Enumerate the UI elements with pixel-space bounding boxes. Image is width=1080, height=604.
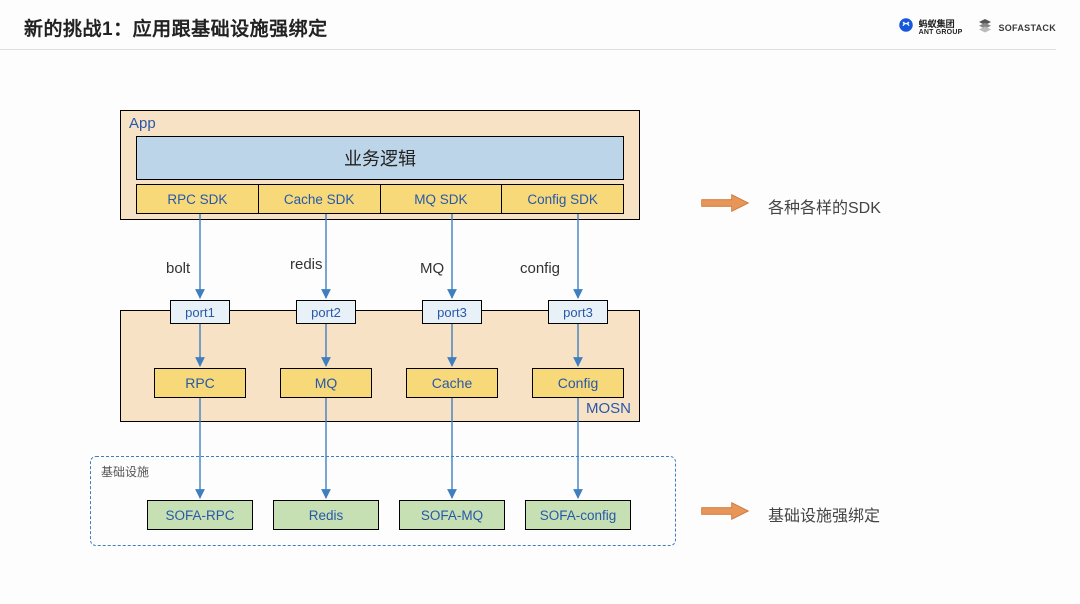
infra-redis: Redis: [273, 500, 379, 530]
mosn-mq: MQ: [280, 368, 372, 398]
sdk-row: RPC SDK Cache SDK MQ SDK Config SDK: [136, 184, 624, 214]
ant-logo-cn: 蚂蚁集团: [919, 20, 963, 29]
port1-box: port1: [170, 300, 230, 324]
ant-icon: [897, 16, 915, 39]
callout-infra: 基础设施强绑定: [700, 500, 880, 527]
mosn-cache: Cache: [406, 368, 498, 398]
infra-sofa-config: SOFA-config: [525, 500, 631, 530]
infra-sofa-mq: SOFA-MQ: [399, 500, 505, 530]
callout-infra-text: 基础设施强绑定: [768, 502, 880, 526]
proto-redis: redis: [290, 256, 323, 273]
sdk-mq: MQ SDK: [381, 184, 503, 214]
port4-box: port3: [548, 300, 608, 324]
port3-box: port3: [422, 300, 482, 324]
port2-box: port2: [296, 300, 356, 324]
mosn-container: MOSN: [120, 310, 640, 422]
header-divider: [0, 49, 1056, 50]
logo-group: 蚂蚁集团 ANT GROUP SOFASTACK: [897, 16, 1056, 39]
mosn-label: MOSN: [586, 400, 631, 417]
page-title: 新的挑战1：应用跟基础设施强绑定: [24, 14, 328, 41]
infra-label: 基础设施: [101, 463, 149, 480]
app-label: App: [129, 115, 156, 132]
infra-sofa-rpc: SOFA-RPC: [147, 500, 253, 530]
mosn-rpc: RPC: [154, 368, 246, 398]
sdk-cache: Cache SDK: [259, 184, 381, 214]
ant-logo-en: ANT GROUP: [919, 29, 963, 36]
proto-mq: MQ: [420, 260, 444, 277]
diagram-stage: App 业务逻辑 RPC SDK Cache SDK MQ SDK Config…: [120, 110, 660, 570]
header: 新的挑战1：应用跟基础设施强绑定 蚂蚁集团 ANT GROUP SOFASTAC…: [0, 0, 1080, 49]
callout-sdk: 各种各样的SDK: [700, 192, 881, 219]
callout-sdk-text: 各种各样的SDK: [768, 194, 881, 218]
proto-bolt: bolt: [166, 260, 190, 277]
sdk-rpc: RPC SDK: [136, 184, 259, 214]
sofastack-logo: SOFASTACK: [976, 16, 1056, 39]
business-logic-box: 业务逻辑: [136, 136, 624, 180]
mosn-config: Config: [532, 368, 624, 398]
sdk-config: Config SDK: [502, 184, 624, 214]
sofastack-text: SOFASTACK: [998, 23, 1056, 33]
proto-config: config: [520, 260, 560, 277]
sofastack-icon: [976, 16, 994, 39]
big-arrow-icon: [700, 192, 750, 219]
ant-group-logo: 蚂蚁集团 ANT GROUP: [897, 16, 963, 39]
big-arrow-icon: [700, 500, 750, 527]
